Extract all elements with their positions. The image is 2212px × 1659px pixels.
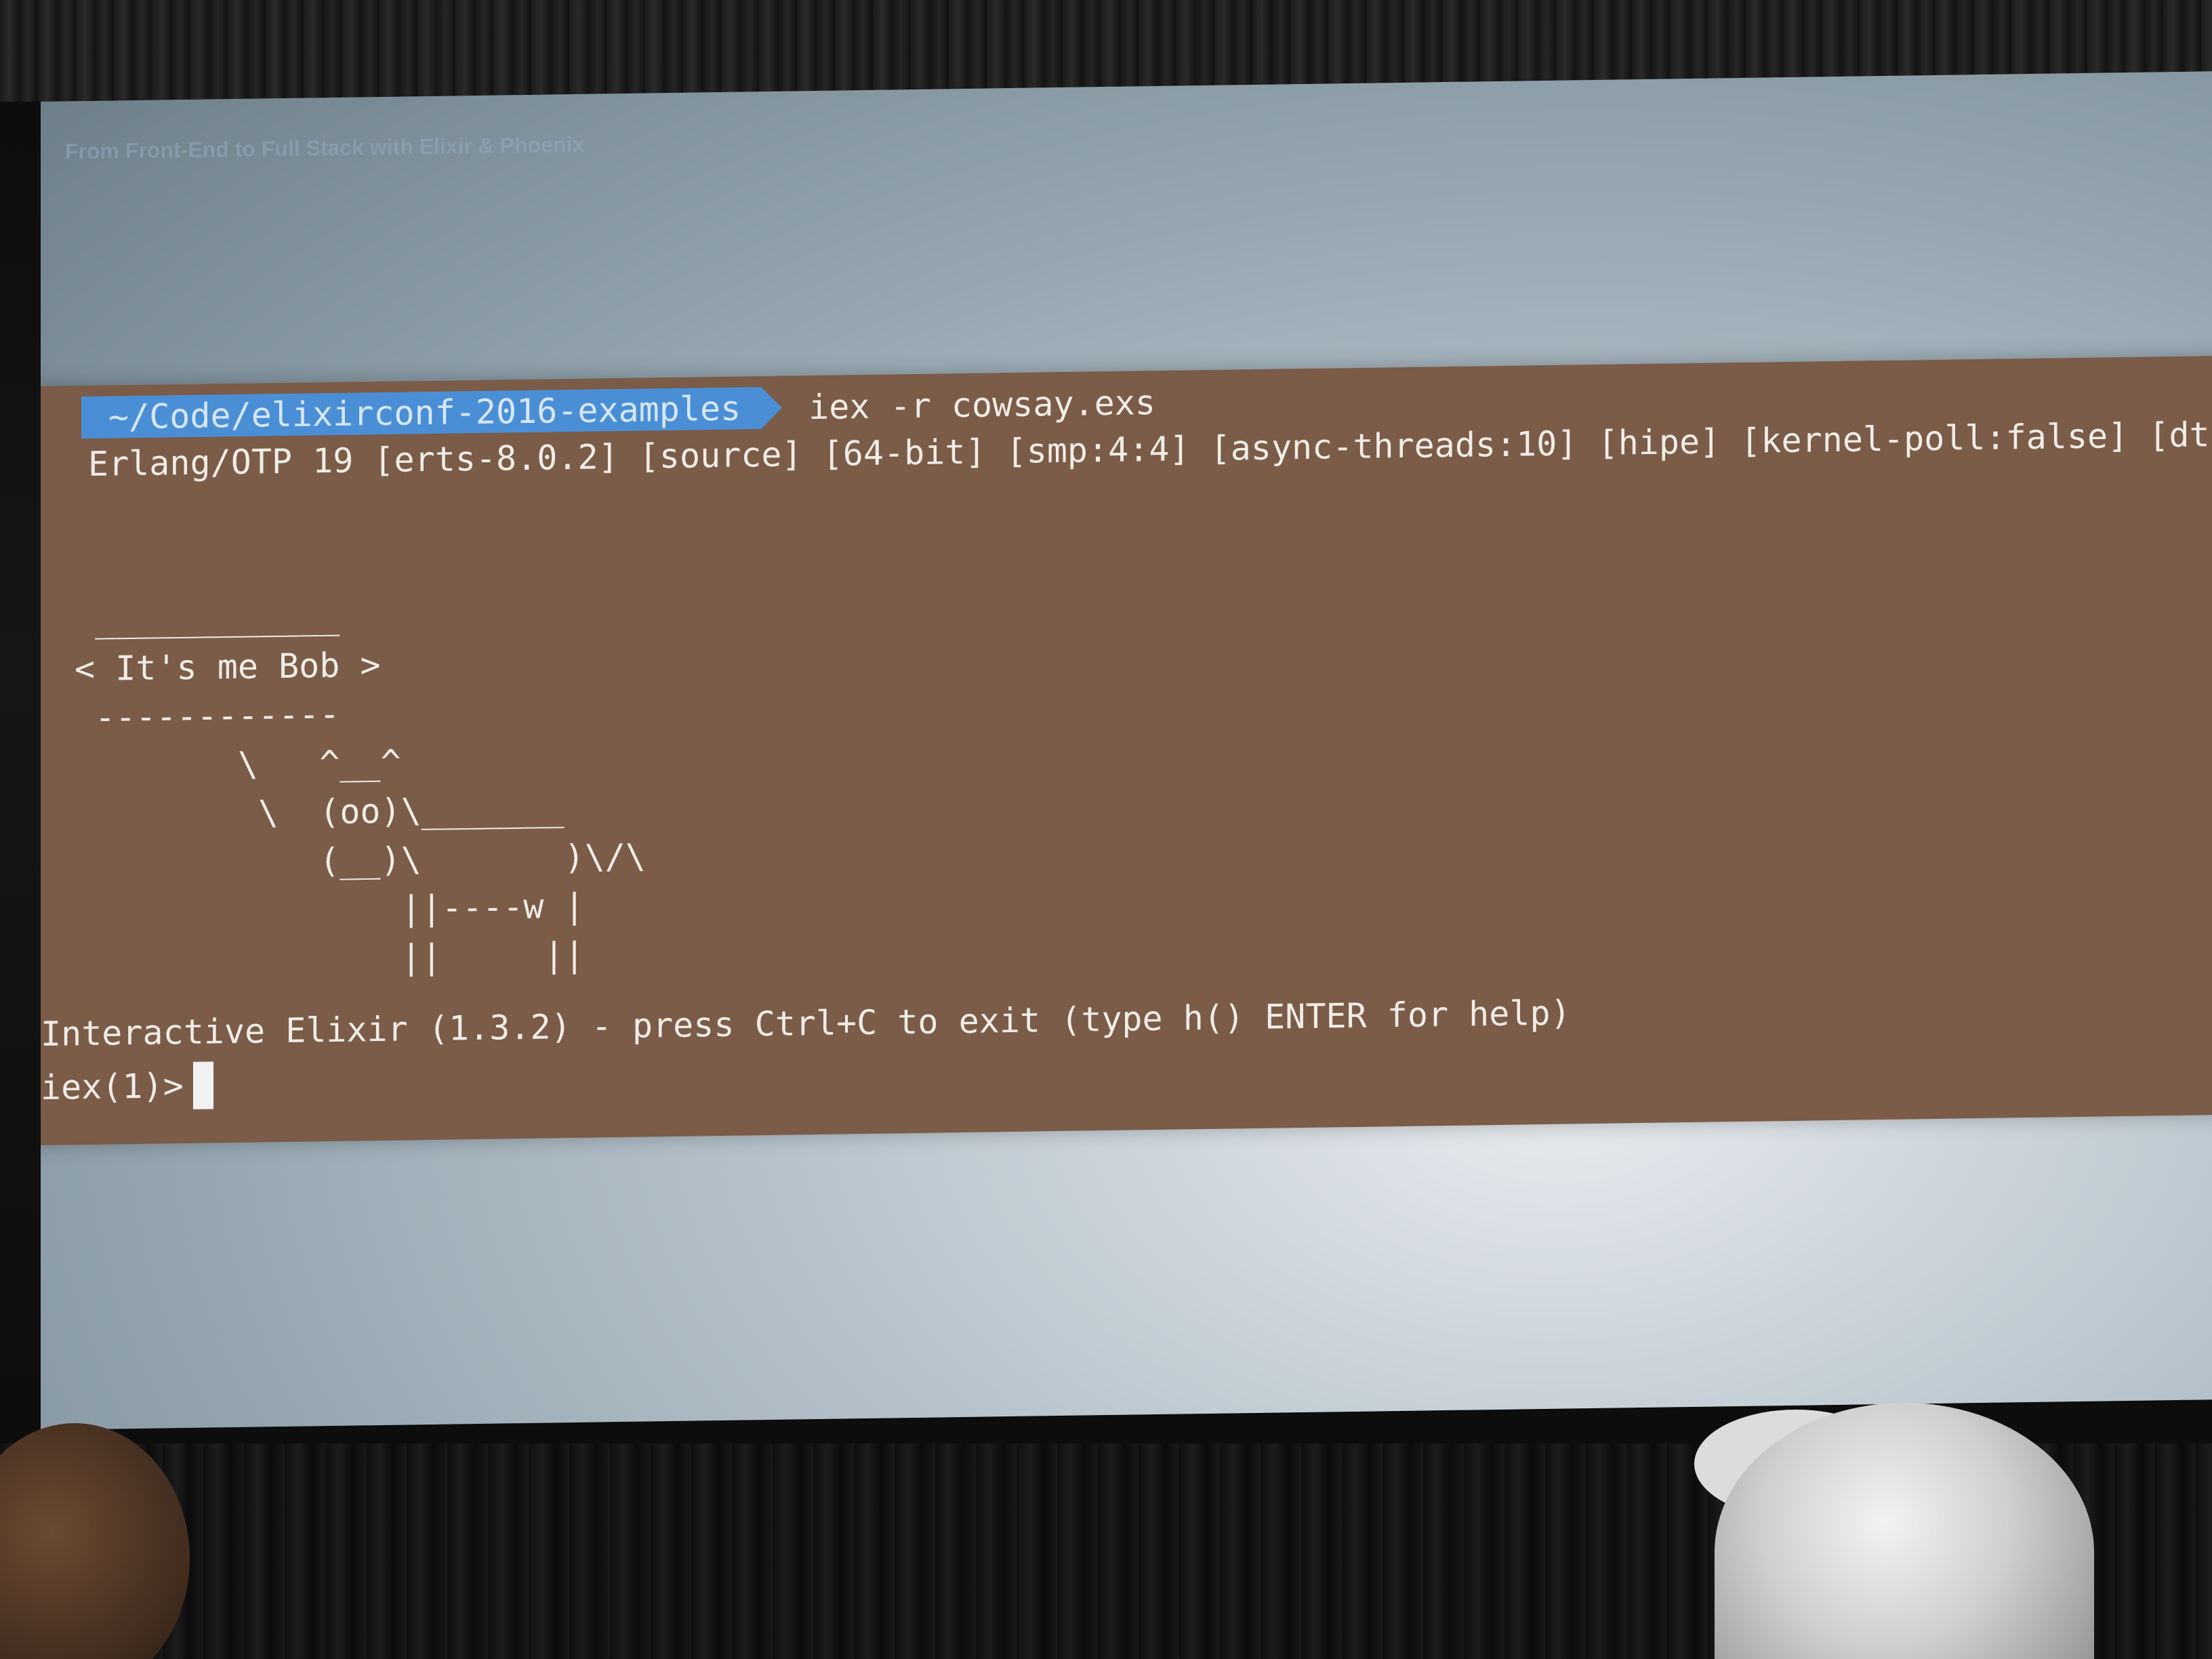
shell-command: iex -r cowsay.exs [808,383,1155,428]
iex-prompt: iex(1)> [41,1066,184,1107]
cowsay-ascii-art: ____________ < It's me Bob > -----------… [75,596,646,977]
terminal-window[interactable]: ~/Code/elixirconf-2016-examples iex -r c… [41,355,2212,1146]
iex-banner: Interactive Elixir (1.3.2) - press Ctrl+… [41,993,1571,1054]
slide-title: From Front-End to Full Stack with Elixir… [65,131,585,164]
prompt-path-segment: ~/Code/elixirconf-2016-examples [81,387,762,439]
text-cursor[interactable] [192,1061,213,1109]
venue-photo: From Front-End to Full Stack with Elixir… [0,0,2212,1659]
iex-input-row[interactable]: iex(1)> [41,1061,213,1111]
projection-screen: From Front-End to Full Stack with Elixir… [41,71,2212,1430]
